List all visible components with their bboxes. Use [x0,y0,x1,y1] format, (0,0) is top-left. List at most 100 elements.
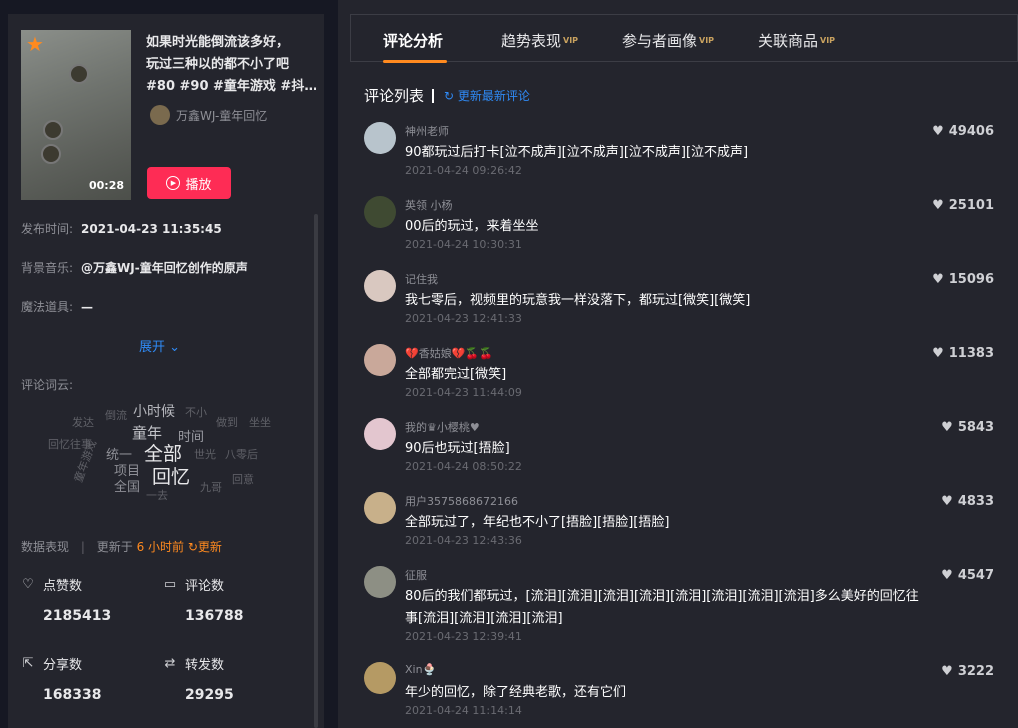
bottle-cap-image [41,144,61,164]
user-avatar[interactable] [364,270,396,302]
publish-time-label: 发布时间: [21,222,74,236]
comment-username[interactable]: 💔香姑娘💔🍒🍒 [405,345,493,361]
shares-value: 168338 [43,687,102,703]
refresh-icon[interactable]: ↻ [444,89,458,103]
publish-time: 发布时间: 2021-04-23 11:35:45 [21,220,222,237]
cloud-word: 坐坐 [249,416,271,429]
comment-likes: ♥ 11383 [932,346,994,361]
comment-username[interactable]: 英领 小杨 [405,197,453,213]
heart-icon: ♥ [941,420,953,435]
stats-header: 数据表现 | 更新于 6 小时前 ↻更新 [21,538,222,555]
comment-likes-value: 4833 [957,494,994,509]
comment-username[interactable]: 记住我 [405,271,438,287]
title-divider [432,88,435,103]
stats-divider: | [80,540,85,554]
heart-icon: ♥ [941,494,953,509]
comment-likes-value: 5843 [957,420,994,435]
tab-label: 评论分析 [383,32,444,50]
play-button-label: 播放 [185,177,212,193]
comment-likes-value: 3222 [957,664,994,679]
comment-text: 全部玩过了，年纪也不小了[捂脸][捂脸][捂脸] [405,515,670,530]
comment-username[interactable]: Xin🍨 [405,663,436,676]
publish-time-value: 2021-04-23 11:35:45 [81,222,222,236]
stats-updated-value: 6 小时前 [136,540,185,554]
author-info[interactable]: 万鑫WJ-童年回忆 [150,105,267,125]
comments-stat: ▭ 评论数 136788 [163,575,244,624]
magic-prop: 魔法道具: — [21,298,93,315]
user-avatar[interactable] [364,122,396,154]
video-info-panel: ★ 00:28 如果时光能倒流该多好， 玩过三种以的都不小了吧 #80 #90 … [8,14,324,728]
comment-text: 全部都完过[微笑] [405,367,507,382]
user-avatar[interactable] [364,566,396,598]
cloud-word: 倒流 [105,409,127,422]
user-avatar[interactable] [364,196,396,228]
vip-icon: VIP [820,36,836,45]
comment-likes-value: 25101 [948,198,994,213]
cloud-word: 九哥 [200,481,222,494]
user-avatar[interactable] [364,492,396,524]
heart-icon: ♥ [941,568,953,583]
comment-likes: ♥ 49406 [932,124,994,139]
background-music: 背景音乐: @万鑫WJ-童年回忆创作的原声 [21,259,248,276]
tab-trend[interactable]: 趋势表现 VIP [501,30,578,51]
comment-username[interactable]: 用户3575868672166 [405,493,518,509]
stats-updated-prefix: 更新于 [96,540,133,554]
video-thumbnail[interactable]: ★ 00:28 [21,30,131,200]
stats-refresh-button[interactable]: 更新 [198,540,222,554]
expand-button[interactable]: 展开 ⌄ [139,336,180,355]
video-title-line: 如果时光能倒流该多好， [146,35,290,50]
forwards-stat: ⇄ 转发数 29295 [163,654,234,703]
comment-likes: ♥ 4833 [941,494,994,509]
comment-likes: ♥ 25101 [932,198,994,213]
tab-label: 参与者画像 [622,32,698,50]
user-avatar[interactable] [364,662,396,694]
user-avatar[interactable] [364,418,396,450]
comment-text: 90都玩过后打卡[泣不成声][泣不成声][泣不成声][泣不成声] [405,145,749,160]
vip-icon: VIP [699,36,715,45]
comment-likes: ♥ 15096 [932,272,994,287]
comment-icon: ▭ [163,576,177,592]
star-icon: ★ [26,32,44,56]
comment-time: 2021-04-23 12:41:33 [405,312,522,325]
comment-likes-value: 4547 [957,568,994,583]
comment-username[interactable]: 征服 [405,567,427,583]
heart-icon: ♥ [932,124,944,139]
share-icon: ⇱ [22,655,34,671]
shares-label: 分享数 [43,658,83,673]
comment-likes-value: 15096 [948,272,994,287]
cloud-word: 一去 [146,489,168,502]
comment-username[interactable]: 神州老师 [405,123,449,139]
cloud-word: 不小 [185,406,207,419]
tab-comment-analysis[interactable]: 评论分析 [383,30,443,51]
user-avatar[interactable] [364,344,396,376]
active-tab-indicator [383,60,447,63]
comment-text: 00后的玩过，来着坐坐 [405,219,539,234]
cloud-word: 回忆 [152,466,191,488]
video-title-line: #80 #90 #童年游戏 #抖… [146,79,316,94]
left-scrollbar[interactable] [314,214,318,728]
tab-participant-profile[interactable]: 参与者画像 VIP [622,30,714,51]
forwards-value: 29295 [185,687,234,703]
stats-title: 数据表现 [21,540,70,554]
tab-related-products[interactable]: 关联商品 VIP [758,30,835,51]
likes-label: 点赞数 [43,579,83,594]
refresh-icon[interactable]: ↻ [188,540,198,554]
comment-username[interactable]: 我的♛小樱桃♥ [405,419,480,435]
play-icon: ▶ [166,176,181,190]
play-button[interactable]: ▶ 播放 [147,167,231,199]
bottle-cap-image [43,120,63,140]
forward-icon: ⇄ [164,655,176,671]
comment-time: 2021-04-23 11:44:09 [405,386,522,399]
comment-likes: ♥ 3222 [941,664,994,679]
comment-time: 2021-04-23 12:39:41 [405,630,522,643]
refresh-comments-button[interactable]: 更新最新评论 [458,87,530,104]
comments-value: 136788 [185,608,244,624]
heart-icon: ♥ [932,272,944,287]
comment-list-header: 评论列表 ↻ 更新最新评论 [364,85,530,106]
cloud-word: 八零后 [225,448,258,461]
cloud-word: 做到 [216,416,238,429]
video-duration: 00:28 [88,179,124,192]
music-value[interactable]: @万鑫WJ-童年回忆创作的原声 [81,261,248,275]
music-label: 背景音乐: [21,261,74,275]
word-cloud: 发达 倒流 小时候 不小 做到 坐坐 童年 时间 回忆往事 统一 全部 世光 八… [48,399,288,509]
